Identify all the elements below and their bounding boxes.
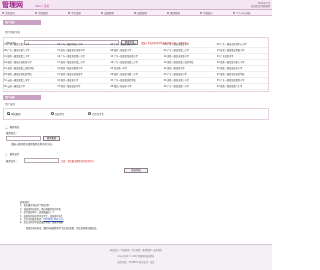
school-option-35[interactable]: 35.广东一级某某某第四小学 bbox=[215, 78, 268, 84]
school-option-36[interactable]: 36.云南一级某某小学 bbox=[3, 84, 56, 90]
school-icon bbox=[35, 12, 38, 15]
school-option-27[interactable]: 27.湖北一级某市某某某学 bbox=[56, 72, 109, 78]
school-option-20[interactable]: 20.湖北一级某某市第八小学 bbox=[215, 60, 268, 66]
section-title-register: 用户注册 bbox=[3, 20, 41, 25]
school-option-2[interactable]: 02.广东一级某学校八小学 bbox=[56, 42, 109, 48]
home-icon bbox=[2, 12, 5, 15]
section-title-identity: 用户注册 bbox=[3, 95, 41, 100]
role-radio-student[interactable] bbox=[51, 112, 54, 115]
teacher-name-input[interactable] bbox=[6, 136, 41, 141]
school-option-30[interactable]: 30.湖北一级某市区实验学校 bbox=[215, 72, 268, 78]
nav-label-4: 成绩管理 bbox=[104, 12, 114, 16]
school-option-5[interactable]: 05.广东一级某市区经中心小学 bbox=[215, 42, 268, 48]
nav-item-3[interactable]: 学生管理 bbox=[68, 11, 81, 15]
teacher-icon bbox=[167, 12, 170, 15]
school-option-17[interactable]: 17.湖北一级某某市第二小学 bbox=[56, 60, 109, 66]
school-option-23[interactable]: 23.某市第一中学 bbox=[109, 66, 162, 72]
school-option-18[interactable]: 18.广东一级某某某第二小学 bbox=[109, 60, 162, 66]
stats-icon bbox=[200, 12, 203, 15]
school-option-13[interactable]: 13.广东一级某某某实验小学 bbox=[109, 54, 162, 60]
role-label-teacher: 本校教师 bbox=[11, 112, 21, 116]
site-greeting: Hello！您好 bbox=[35, 5, 50, 8]
teacher-name-label: 教师姓名： bbox=[6, 132, 18, 135]
teacher-card-hint: 注意：请先确定教师证件是否存在 bbox=[61, 160, 94, 163]
school-option-15[interactable]: 15.广东某某中学 bbox=[215, 54, 268, 60]
school-option-34[interactable]: 34.湖北一级某市第三小学 bbox=[162, 78, 215, 84]
teacher-card-input[interactable] bbox=[24, 158, 59, 163]
top-bar: 管理网 Hello！您好 2022年7月 欢迎您来到管理网 bbox=[0, 0, 272, 10]
nav-item-8[interactable]: 个人中心系统 bbox=[233, 11, 251, 15]
role-radio-graduate[interactable] bbox=[88, 112, 91, 115]
nav-label-1: 首页首页 bbox=[5, 12, 15, 16]
school-option-21[interactable]: 21.某某一级某某第二实验学校 bbox=[3, 66, 56, 72]
date-info: 2022年7月 欢迎您来到管理网 bbox=[251, 2, 270, 8]
nav-item-6[interactable]: 教师管理 bbox=[167, 11, 180, 15]
nav-label-8: 个人中心系统 bbox=[236, 12, 251, 16]
identity-subtitle: 用户身份 bbox=[5, 103, 16, 106]
school-option-10[interactable]: 10.某某一级某第五附属小学 bbox=[215, 48, 268, 54]
school-option-33[interactable]: 33.广东一级某某实验学校 bbox=[109, 78, 162, 84]
school-subtitle: 用户所属学校 bbox=[5, 31, 21, 34]
school-option-29[interactable]: 29.广东一级某某某小学 bbox=[162, 72, 215, 78]
nav-item-2[interactable]: 学校管理 bbox=[35, 11, 48, 15]
school-option-14[interactable]: 14.湖北一级某市某某小学 bbox=[162, 54, 215, 60]
school-option-26[interactable]: 26.湖北一级某某某实验学校 bbox=[3, 72, 56, 78]
identity-panel bbox=[3, 108, 269, 120]
school-option-11[interactable]: 11.湖北一级某某第二小学 bbox=[3, 54, 56, 60]
school-option-37[interactable]: 37.湖北一级某某某中学 bbox=[56, 84, 109, 90]
school-option-7[interactable]: 07.某市一级某某市某某中学 bbox=[56, 48, 109, 54]
usage-info: 使用说明： 1、首先确定本校的“学校名称” 2、请选择你的身份，然后再确定你的学… bbox=[20, 201, 260, 230]
nav-item-7[interactable]: 学校统计 bbox=[200, 11, 213, 15]
school-option-24[interactable]: 24.湖北一级某某中学 bbox=[162, 66, 215, 72]
nav-label-7: 学校统计 bbox=[203, 12, 213, 16]
nav-item-4[interactable]: 成绩管理 bbox=[101, 11, 114, 15]
search-teacher-button[interactable]: 搜索教师 bbox=[43, 136, 60, 141]
school-option-28[interactable]: 28.湖北一级某某市第一小学 bbox=[109, 72, 162, 78]
class-icon bbox=[134, 12, 137, 15]
school-option-31[interactable]: 31.云南一级某某第二中学 bbox=[3, 78, 56, 84]
school-option-39[interactable]: 39.广东一级某某第一小学 bbox=[162, 84, 215, 90]
nav-item-5[interactable]: 班级管理 bbox=[134, 11, 147, 15]
footer-copyright: Copyright © 2022 管理网 版权所有 bbox=[117, 255, 155, 258]
nav-label-6: 教师管理 bbox=[170, 12, 180, 16]
school-option-25[interactable]: 25.湖北一级某某某市小学 bbox=[215, 66, 268, 72]
school-option-22[interactable]: 22.湖北一级某市第四小学 bbox=[56, 66, 109, 72]
school-option-16[interactable]: 16.湖北一级某市某实验小学 bbox=[3, 60, 56, 66]
school-option-12[interactable]: 12.广东一级某某某第八小学 bbox=[56, 54, 109, 60]
register-submit-button[interactable]: 登录系统 bbox=[124, 168, 148, 173]
role-label-student: 在校学生 bbox=[55, 112, 65, 116]
school-option-9[interactable]: 09.广东一级某某第二小学 bbox=[162, 48, 215, 54]
teacher-card-label: 教师证件： bbox=[6, 160, 18, 163]
school-option-8[interactable]: 08.湖北一级某某小学 bbox=[109, 48, 162, 54]
school-option-40[interactable]: 40.湖北一级某某第六小学 bbox=[215, 84, 268, 90]
nav-label-5: 班级管理 bbox=[137, 12, 147, 16]
school-option-38[interactable]: 38.湖北一级某市小学 bbox=[109, 84, 162, 90]
school-option-6[interactable]: 06.广东一级某市第六小学 bbox=[3, 48, 56, 54]
school-option-1[interactable]: 01.广东一级某市第三小学 bbox=[3, 42, 56, 48]
main-nav: 首页首页 学校管理 学生管理 成绩管理 班级管理 教师管理 学校统计 个人中心系… bbox=[0, 10, 272, 16]
school-option-3[interactable]: 03.广东一级某市第四小学 bbox=[109, 42, 162, 48]
school-option-4[interactable]: 04.广东一级某市第五小学 bbox=[162, 42, 215, 48]
nav-label-3: 学生管理 bbox=[71, 12, 81, 16]
usage-note: 管理员具有修改、删除本校教师和学生信息的权限，请在使用前仔细阅读。 bbox=[26, 226, 99, 230]
user-icon bbox=[233, 12, 236, 15]
date-line-2: 欢迎您来到管理网 bbox=[250, 5, 270, 8]
teacher-hint: 请输入教师姓名搜索教师名称的首字母， bbox=[11, 143, 55, 146]
footer-contact: 联系电话：5878820 技术支持：某某 bbox=[117, 261, 155, 264]
footer-links[interactable]: 网站首页 - 学校管理 - 学生管理 - 教师管理 - 联系我们 bbox=[0, 249, 272, 252]
school-grid: 01.广东一级某市第三小学 02.广东一级某学校八小学 03.广东一级某市第四小学 0… bbox=[3, 42, 269, 90]
site-logo[interactable]: 管理网 bbox=[2, 1, 23, 9]
role-label-graduate: 已毕业学生 bbox=[92, 112, 104, 116]
teacher-id-label: 二、教师姓名 bbox=[5, 126, 20, 129]
nav-label-2: 学校管理 bbox=[38, 12, 48, 16]
usage-item-6: 6、若忘记你的学校请拨打电话，请联系客服 bbox=[20, 221, 63, 225]
student-icon bbox=[68, 12, 71, 15]
school-option-32[interactable]: 32.湖北一级某某小学 bbox=[56, 78, 109, 84]
school-option-19[interactable]: 19.湖北一级某某第三实验学校 bbox=[162, 60, 215, 66]
nav-item-1[interactable]: 首页首页 bbox=[2, 11, 15, 15]
score-icon bbox=[101, 12, 104, 15]
teacher-card-title: 三、教师证件 bbox=[5, 153, 20, 156]
role-radio-teacher[interactable] bbox=[7, 112, 10, 115]
footer: 网站首页 - 学校管理 - 学生管理 - 教师管理 - 联系我们 Copyrig… bbox=[0, 244, 272, 270]
